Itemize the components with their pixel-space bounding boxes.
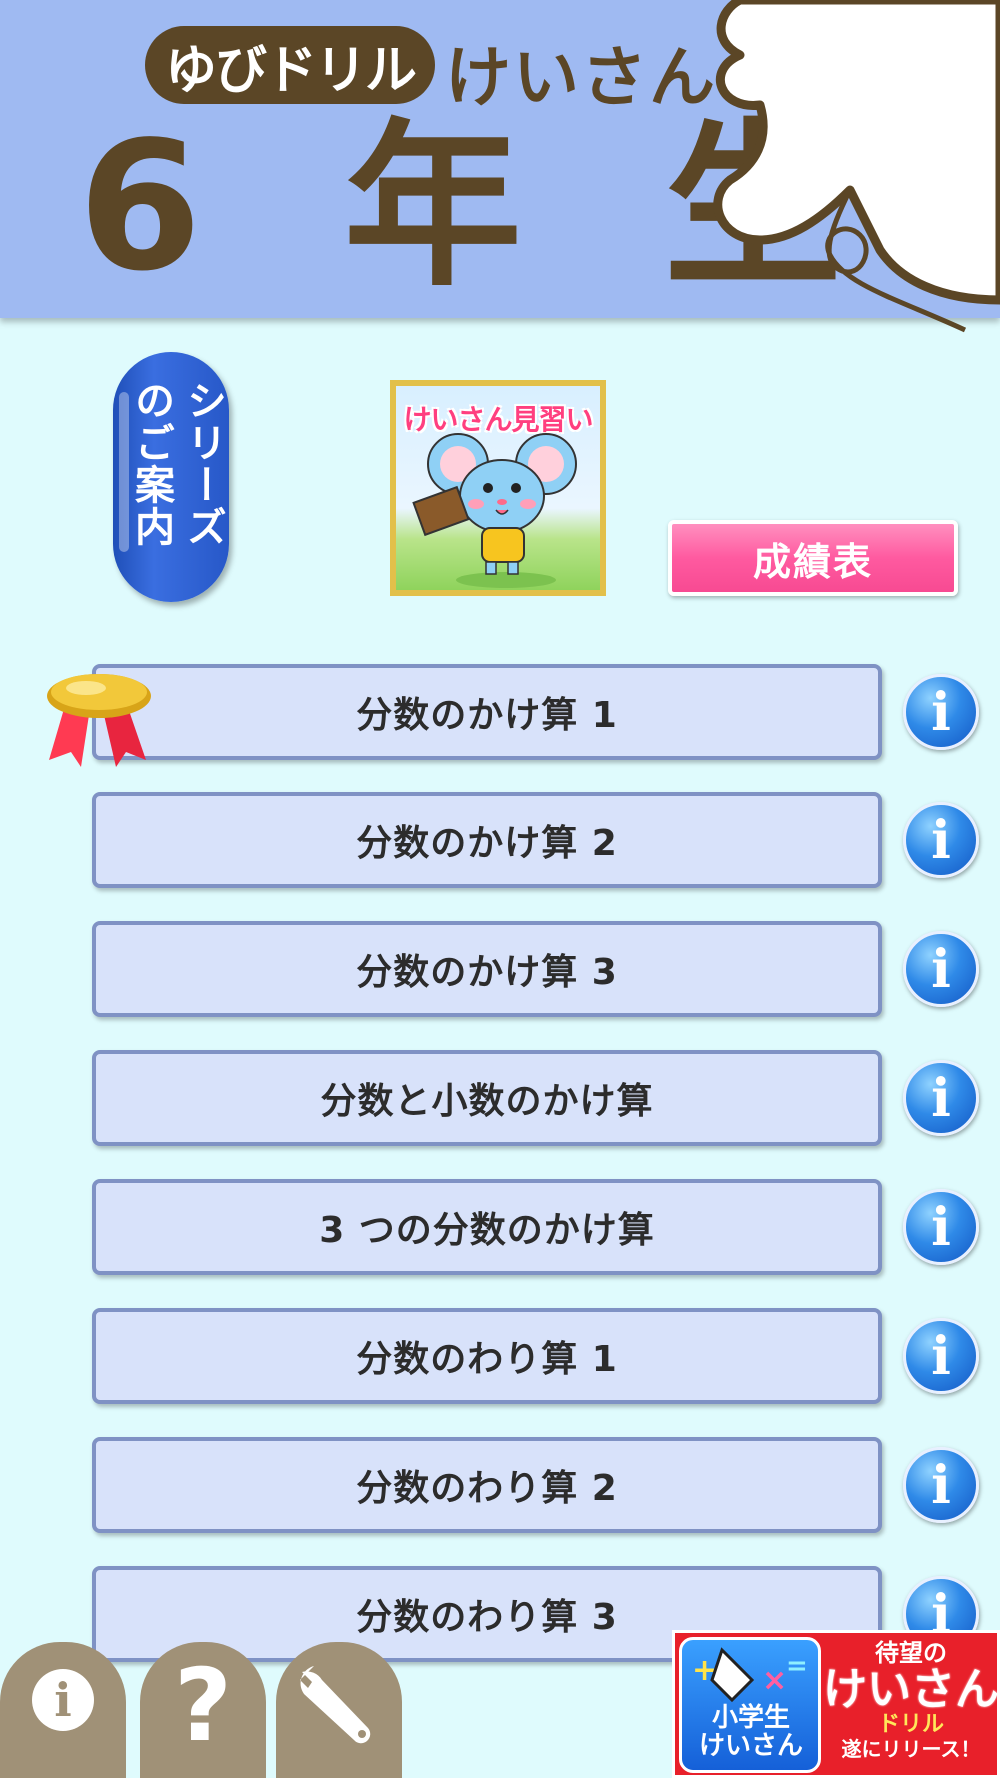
svg-text:=: = <box>786 1651 808 1681</box>
promo-banner[interactable]: + × = 小学生 けいさん 待望の けいさん ドリル 遂にリリース！ <box>672 1630 1000 1778</box>
banner-text: 待望の けいさん ドリル 遂にリリース！ <box>823 1639 999 1761</box>
info-icon[interactable]: i <box>903 674 979 750</box>
brand-logo: ゆびドリル <box>145 26 435 104</box>
info-icon: i <box>32 1669 94 1731</box>
help-tab[interactable]: ? <box>140 1642 266 1778</box>
lesson-button[interactable]: 分数のわり算 1 <box>92 1308 882 1404</box>
banner-line1: 待望の <box>875 1639 947 1667</box>
completion-medal-icon <box>47 674 151 767</box>
series-guide-button[interactable]: シリーズのご案内 <box>113 352 229 602</box>
banner-app-logo: + × = 小学生 けいさん <box>679 1637 821 1773</box>
mouse-mascot-icon <box>412 433 577 588</box>
help-icon: ? <box>173 1646 232 1764</box>
lesson-button[interactable]: 分数のかけ算 1 <box>92 664 882 760</box>
lesson-button[interactable]: 分数のかけ算 3 <box>92 921 882 1017</box>
lesson-row: 3 つの分数のかけ算 i <box>0 1179 1000 1275</box>
ad-card-image: けいさん見習い <box>396 386 600 590</box>
lesson-button[interactable]: 分数のかけ算 2 <box>92 792 882 888</box>
svg-text:×: × <box>762 1663 787 1698</box>
lesson-button[interactable]: 分数と小数のかけ算 <box>92 1050 882 1146</box>
banner-line4: 遂にリリース！ <box>841 1737 981 1761</box>
info-tab[interactable]: i <box>0 1642 126 1778</box>
wrench-icon <box>300 1666 371 1744</box>
lesson-row: 分数のかけ算 2 i <box>0 792 1000 888</box>
banner-line2: けいさん <box>823 1664 999 1715</box>
settings-tab[interactable] <box>276 1642 402 1778</box>
banner-logo-label: 小学生 けいさん <box>698 1703 803 1761</box>
lesson-row: 分数と小数のかけ算 i <box>0 1050 1000 1146</box>
info-icon[interactable]: i <box>903 1060 979 1136</box>
lesson-row: 分数のわり算 1 i <box>0 1308 1000 1404</box>
series-guide-label: シリーズのご案内 <box>128 380 226 548</box>
info-icon[interactable]: i <box>903 1318 979 1394</box>
info-icon[interactable]: i <box>903 802 979 878</box>
info-icon[interactable]: i <box>903 1447 979 1523</box>
lesson-row: 分数のわり算 2 i <box>0 1437 1000 1533</box>
info-icon[interactable]: i <box>903 1189 979 1265</box>
app-header: ゆびドリル けいさん 6 年 生 <box>0 0 1000 333</box>
keisan-minarai-ad-card[interactable]: けいさん見習い <box>390 380 606 596</box>
lesson-button[interactable]: 3 つの分数のかけ算 <box>92 1179 882 1275</box>
scores-button[interactable]: 成績表 <box>668 520 958 596</box>
lesson-button[interactable]: 分数のわり算 2 <box>92 1437 882 1533</box>
info-icon[interactable]: i <box>903 931 979 1007</box>
banner-line3: ドリル <box>877 1712 944 1737</box>
lesson-row: 分数のかけ算 3 i <box>0 921 1000 1017</box>
pointing-hand-illustration <box>713 0 1000 333</box>
